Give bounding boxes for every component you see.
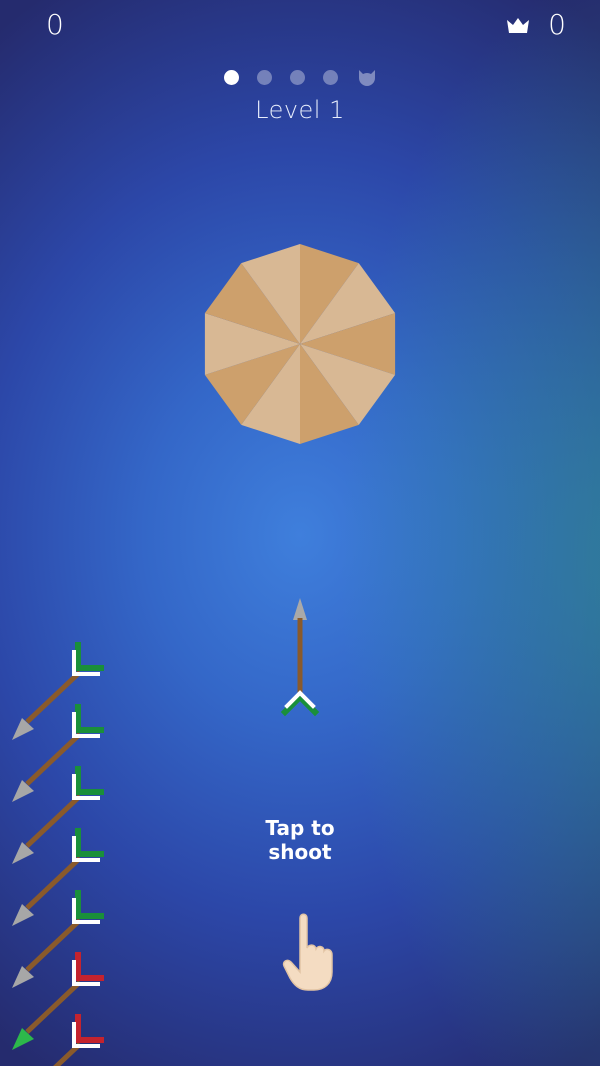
remaining-arrow (12, 642, 104, 740)
best-score: 0 (506, 8, 566, 41)
arrow-fletching-back (75, 828, 104, 857)
arrow-shaft (297, 618, 303, 698)
crown-icon (506, 16, 530, 34)
wooden-target (204, 244, 396, 444)
boss-cat-icon (359, 70, 375, 86)
arrow-fletching-back (75, 642, 104, 671)
level-label: Level 1 (255, 96, 345, 124)
remaining-arrow (12, 890, 104, 988)
remaining-arrow (12, 952, 104, 1050)
arrow-tip (293, 598, 307, 620)
current-score: 0 (46, 8, 64, 41)
arrow-fletching-back (75, 766, 104, 795)
tap-hand-icon (282, 913, 333, 991)
remaining-arrows (12, 642, 104, 1066)
stage-dot-2 (257, 69, 272, 85)
remaining-arrow (12, 766, 104, 864)
best-score-value: 0 (548, 8, 566, 41)
stage-dot-1 (224, 69, 239, 85)
stage-dot-3 (290, 69, 305, 85)
level-progress (224, 66, 378, 88)
remaining-arrow (12, 704, 104, 802)
arrow-fletching-back (75, 890, 104, 919)
ready-arrow (280, 598, 320, 717)
arrow-fletching-back (75, 704, 104, 733)
remaining-arrow (12, 828, 104, 926)
arrow-fletching-back (75, 1014, 104, 1043)
stage-dot-4 (323, 69, 338, 85)
arrow-fletching-back (75, 952, 104, 981)
